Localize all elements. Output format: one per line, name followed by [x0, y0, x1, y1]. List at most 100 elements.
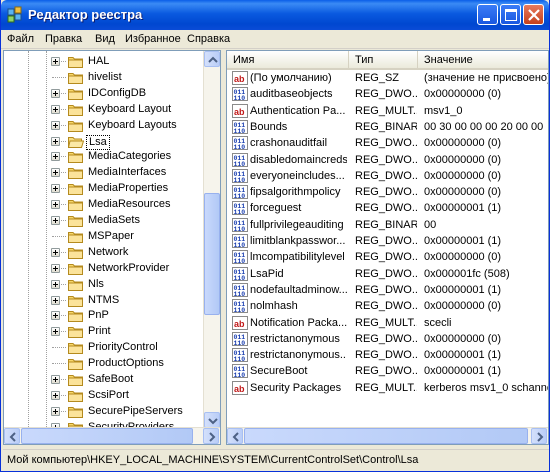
tree-item[interactable]: Keyboard Layouts — [4, 118, 204, 134]
tree-item[interactable]: MediaProperties — [4, 181, 204, 197]
value-data: 0x00000000 (0) — [424, 88, 502, 101]
value-row[interactable]: 011 110 LsaPid REG_DWO... 0x000001fc (508) — [227, 266, 548, 282]
minimize-icon — [483, 18, 490, 21]
value-row[interactable]: 011 110 SecureBoot REG_DWO... 0x00000001 (1) — [227, 363, 548, 379]
list-scroll-left-button[interactable] — [227, 428, 243, 444]
tree-item[interactable]: MediaSets — [4, 213, 204, 229]
value-row[interactable]: ab (По умолчанию) REG_SZ (значение не присв… — [227, 70, 548, 86]
expand-toggle-icon[interactable] — [51, 295, 60, 305]
minimize-button[interactable] — [477, 4, 498, 25]
expand-toggle-icon[interactable] — [51, 120, 60, 130]
tree-horizontal-scrollbar[interactable] — [4, 427, 220, 444]
tree-item[interactable]: ScsiPort — [4, 388, 204, 404]
value-row[interactable]: 011 110 restrictanonymous... REG_DWO... 0x00… — [227, 347, 548, 363]
list-scroll-right-button[interactable] — [531, 428, 547, 444]
expand-toggle-icon[interactable] — [51, 216, 60, 225]
scroll-thumb[interactable] — [204, 193, 220, 315]
value-row[interactable]: 011 110 crashonauditfail REG_DWO... 0x000000… — [227, 135, 548, 151]
tree-item[interactable]: Nls — [4, 277, 204, 293]
value-row[interactable]: 011110fullprivilegeauditing REG_BINARY 00 — [227, 217, 548, 233]
scroll-left-button[interactable] — [4, 428, 20, 444]
menu-edit[interactable]: Правка — [45, 33, 82, 45]
value-row[interactable]: 011 110 nolmhash REG_DWO... 0x00000000 (0) — [227, 298, 548, 314]
folder-icon — [68, 325, 84, 339]
expand-toggle-icon[interactable] — [51, 263, 60, 273]
tree-item[interactable]: hivelist — [4, 70, 204, 86]
value-row[interactable]: ab Security Packages REG_MULT... kerberos m… — [227, 380, 548, 396]
svg-text:110: 110 — [234, 242, 246, 249]
tree-item[interactable]: IDConfigDB — [4, 86, 204, 102]
value-row[interactable]: 011110Bounds REG_BINARY 00 30 00 00 00 20 … — [227, 119, 548, 135]
expand-toggle-icon[interactable] — [51, 136, 60, 146]
value-data: 0x00000000 (0) — [424, 137, 502, 150]
value-data: 0x00000000 (0) — [424, 186, 502, 199]
column-name[interactable]: Имя — [227, 51, 349, 70]
close-button[interactable] — [523, 4, 544, 25]
tree-item[interactable]: PnP — [4, 308, 204, 324]
tree-item[interactable]: MediaCategories — [4, 149, 204, 165]
value-row[interactable]: 011 110 disabledomaincreds REG_DWO... 0x0000… — [227, 152, 548, 168]
values-list[interactable]: Имя Тип Значение ab (По умолчанию) REG_SZ (… — [226, 50, 549, 445]
value-row[interactable]: 011 110 restrictanonymous REG_DWO... 0x00000… — [227, 331, 548, 347]
menu-file[interactable]: Файл — [7, 33, 34, 45]
expand-toggle-icon[interactable] — [51, 247, 60, 257]
value-name: everyoneincludes... — [250, 169, 345, 182]
expand-toggle-icon[interactable] — [51, 327, 60, 337]
value-row[interactable]: 011 110 fipsalgorithmpolicy REG_DWO... 0x000… — [227, 184, 548, 200]
list-horizontal-scrollbar[interactable] — [227, 427, 548, 444]
registry-tree[interactable]: HAL hivelist IDConfigDB Keyboard Layout Keyb… — [3, 50, 221, 445]
tree-item[interactable]: Keyboard Layout — [4, 102, 204, 118]
tree-item[interactable]: MediaInterfaces — [4, 165, 204, 181]
scroll-down-button[interactable] — [204, 412, 220, 428]
tree-item[interactable]: NTMS — [4, 293, 204, 309]
column-value[interactable]: Значение — [418, 51, 548, 70]
scroll-right-button[interactable] — [203, 428, 219, 444]
tree-item[interactable]: Print — [4, 324, 204, 340]
expand-toggle-icon[interactable] — [51, 152, 60, 162]
menu-help[interactable]: Справка — [187, 33, 230, 45]
tree-vertical-scrollbar[interactable] — [203, 51, 220, 429]
tree-item[interactable]: SecurePipeServers — [4, 404, 204, 420]
column-type[interactable]: Тип — [349, 51, 418, 70]
tree-item[interactable]: Network — [4, 245, 204, 261]
value-row[interactable]: ab Authentication Pa... REG_MULT... msv1_0 — [227, 103, 548, 119]
title-bar[interactable]: Редактор реестра — [1, 0, 549, 30]
tree-item[interactable]: MSPaper — [4, 229, 204, 245]
value-row[interactable]: 011 110 forceguest REG_DWO... 0x00000001 (1) — [227, 200, 548, 216]
tree-item[interactable]: MediaResources — [4, 197, 204, 213]
expand-toggle-icon[interactable] — [51, 406, 60, 416]
tree-item[interactable]: PriorityControl — [4, 340, 204, 356]
tree-item[interactable]: Lsa — [4, 134, 204, 150]
expand-toggle-icon[interactable] — [51, 57, 60, 66]
value-row[interactable]: 011 110 limitblankpasswor... REG_DWO... 0x00… — [227, 233, 548, 249]
value-row[interactable]: 011 110 lmcompatibilitylevel REG_DWO... 0x00… — [227, 249, 548, 265]
expand-toggle-icon[interactable] — [51, 104, 60, 114]
pane-splitter[interactable] — [221, 50, 225, 445]
expand-toggle-icon[interactable] — [51, 200, 60, 210]
tree-item[interactable]: HAL — [4, 54, 204, 70]
expand-toggle-icon[interactable] — [51, 279, 60, 289]
expand-toggle-icon[interactable] — [51, 168, 60, 178]
expand-toggle-icon[interactable] — [51, 88, 60, 98]
expand-toggle-icon[interactable] — [51, 311, 60, 321]
string-value-icon: ab — [232, 315, 248, 331]
tree-item[interactable]: SafeBoot — [4, 372, 204, 388]
scroll-up-button[interactable] — [204, 51, 220, 67]
value-row[interactable]: ab Notification Packa... REG_MULT... scecli — [227, 315, 548, 331]
folder-icon — [68, 87, 84, 101]
menu-favorites[interactable]: Избранное — [125, 33, 181, 45]
expand-toggle-icon[interactable] — [51, 375, 60, 384]
tree-item[interactable]: NetworkProvider — [4, 261, 204, 277]
value-row[interactable]: 011 110 everyoneincludes... REG_DWO... 0x000… — [227, 168, 548, 184]
tree-item[interactable]: ProductOptions — [4, 356, 204, 372]
horizontal-scroll-thumb[interactable] — [21, 428, 193, 444]
expand-toggle-icon[interactable] — [51, 184, 60, 194]
tree-item-label: NetworkProvider — [88, 261, 170, 274]
menu-view[interactable]: Вид — [95, 33, 115, 45]
list-horizontal-scroll-thumb[interactable] — [244, 428, 528, 444]
expand-toggle-icon[interactable] — [51, 390, 60, 400]
value-type: REG_MULT... — [355, 316, 417, 329]
maximize-button[interactable] — [500, 4, 521, 25]
value-row[interactable]: 011 110 auditbaseobjects REG_DWO... 0x000000… — [227, 86, 548, 102]
value-row[interactable]: 011 110 nodefaultadminow... REG_DWO... 0x000… — [227, 282, 548, 298]
